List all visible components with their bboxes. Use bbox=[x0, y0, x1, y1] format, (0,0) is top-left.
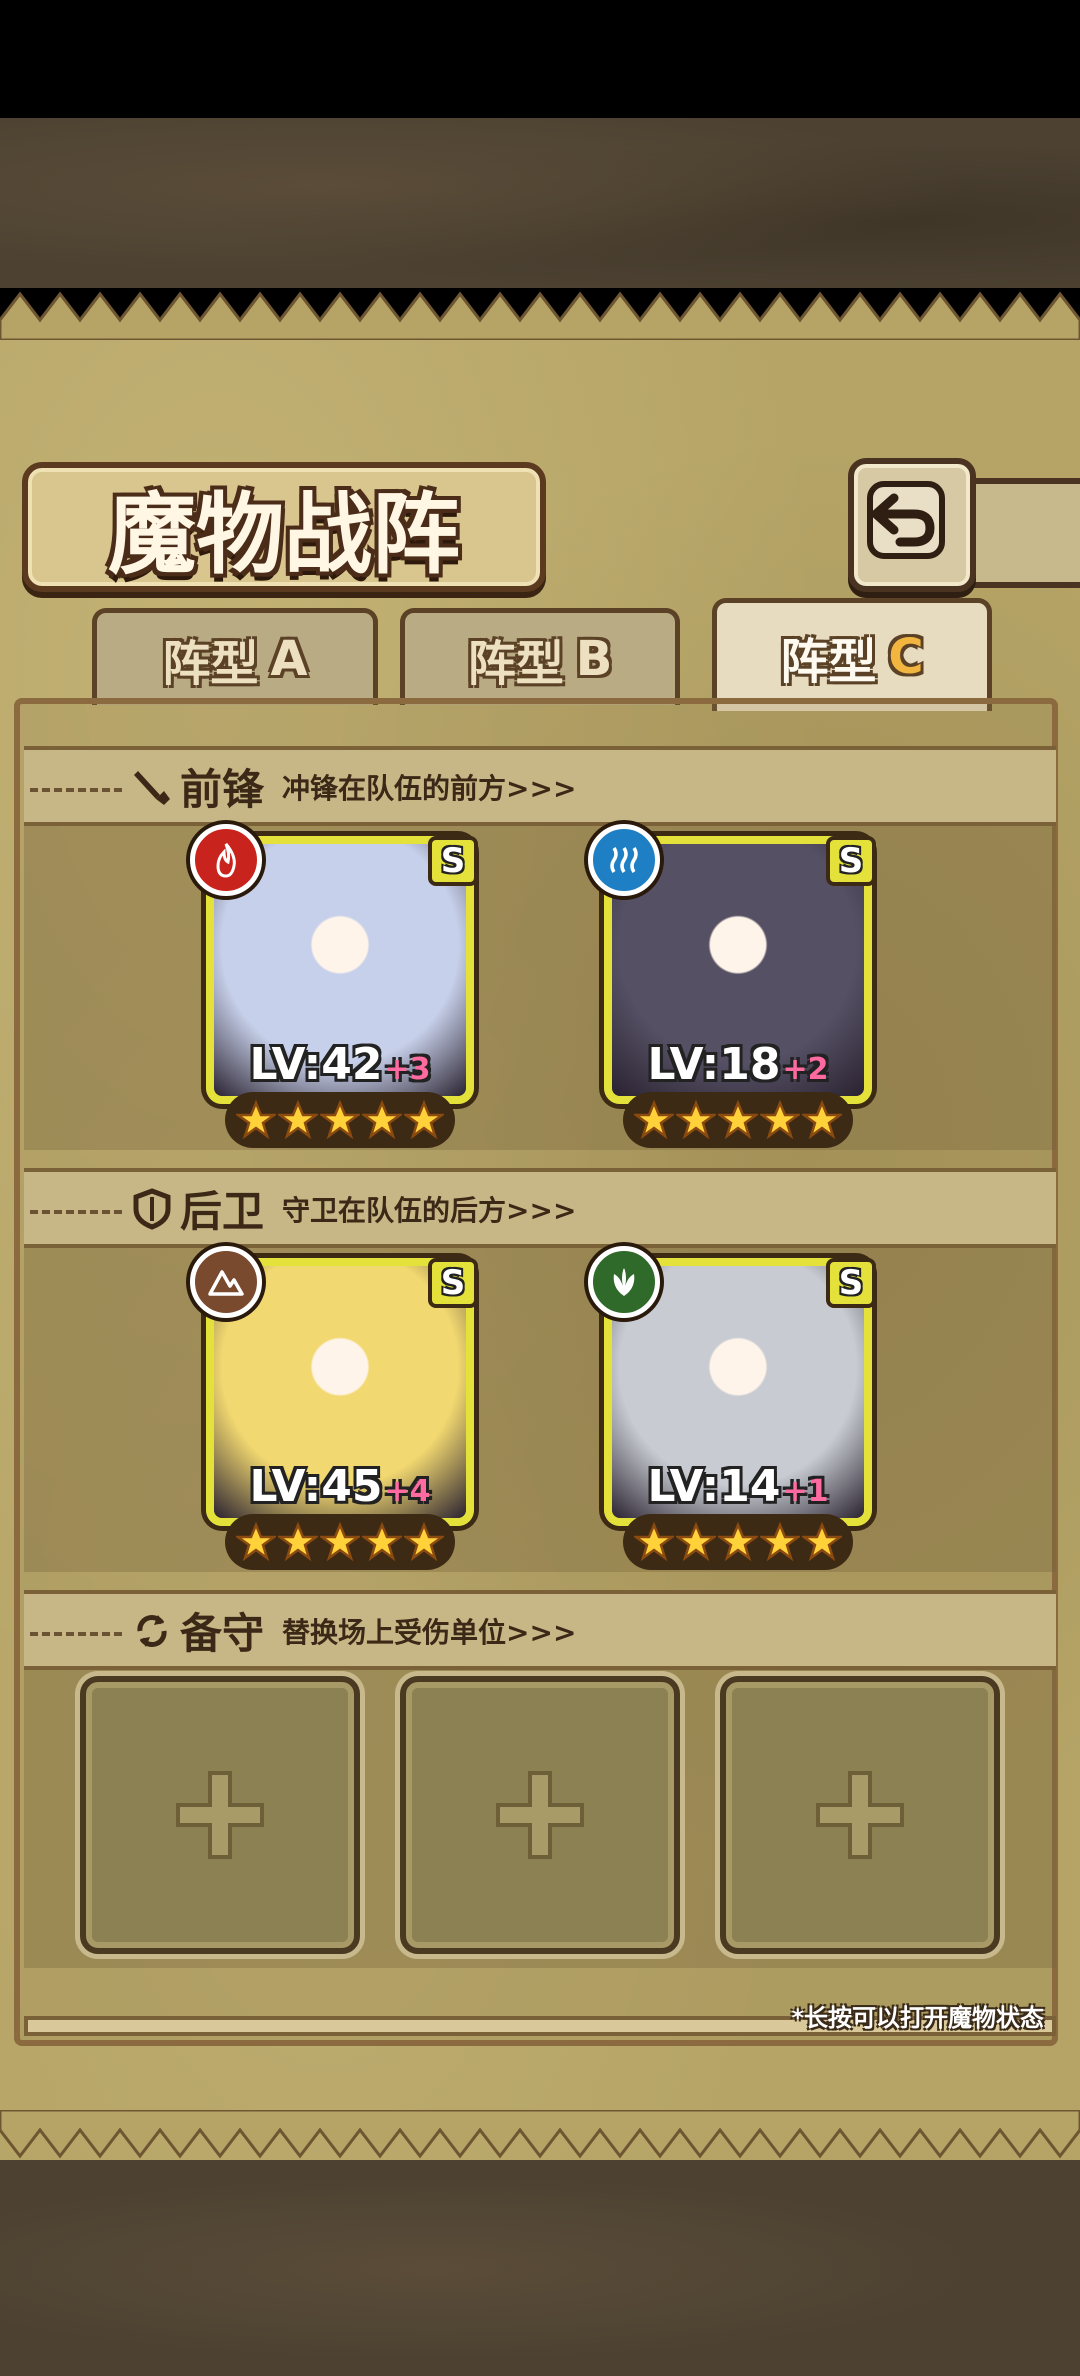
star-icon bbox=[718, 1100, 758, 1140]
page-title: 魔物战阵 bbox=[107, 481, 460, 586]
map-background-bottom bbox=[0, 2160, 1080, 2376]
section-title: 后卫 bbox=[180, 1187, 265, 1236]
star-rating bbox=[225, 1092, 455, 1148]
star-icon bbox=[676, 1522, 716, 1562]
rank-badge: S bbox=[826, 1258, 876, 1308]
tab-letter: A bbox=[270, 631, 308, 687]
earth-icon bbox=[190, 1246, 262, 1318]
tab-formation-a[interactable]: 阵型 A bbox=[92, 608, 378, 705]
plus-icon bbox=[176, 1771, 264, 1859]
monster-level: LV:42+3 bbox=[249, 1039, 431, 1090]
torn-edge-top bbox=[0, 291, 1080, 340]
star-icon bbox=[320, 1100, 360, 1140]
star-icon bbox=[278, 1522, 318, 1562]
star-icon bbox=[320, 1522, 360, 1562]
tab-letter: B bbox=[575, 631, 613, 687]
front-row-band bbox=[24, 810, 1056, 1150]
map-background-top bbox=[0, 118, 1080, 288]
star-icon bbox=[676, 1100, 716, 1140]
shield-icon bbox=[133, 1187, 171, 1230]
star-icon bbox=[760, 1522, 800, 1562]
tab-letter: C bbox=[888, 629, 924, 685]
section-description: 替换场上受伤单位>>> bbox=[282, 1615, 577, 1649]
return-arrow-icon bbox=[867, 481, 945, 559]
section-title: 备守 bbox=[180, 1609, 265, 1658]
monster-level: LV:18+2 bbox=[647, 1039, 829, 1090]
star-icon bbox=[278, 1100, 318, 1140]
back-row-band bbox=[24, 1232, 1056, 1572]
star-icon bbox=[404, 1522, 444, 1562]
star-rating bbox=[225, 1514, 455, 1570]
back-button-tail bbox=[962, 478, 1080, 588]
star-icon bbox=[362, 1522, 402, 1562]
water-icon bbox=[588, 824, 660, 896]
plus-icon bbox=[496, 1771, 584, 1859]
tab-label: 阵型 bbox=[467, 636, 564, 692]
leaf-icon bbox=[588, 1246, 660, 1318]
tab-label: 阵型 bbox=[162, 636, 259, 692]
star-icon bbox=[404, 1100, 444, 1140]
torn-edge-bottom bbox=[0, 2110, 1080, 2159]
star-icon bbox=[802, 1522, 842, 1562]
front-section-header: 前锋 冲锋在队伍的前方>>> bbox=[130, 756, 576, 817]
tab-formation-c[interactable]: 阵型 C bbox=[712, 598, 992, 711]
reserve-slot[interactable] bbox=[400, 1676, 680, 1954]
section-divider bbox=[30, 1210, 122, 1214]
reserve-section-header: 备守 替换场上受伤单位>>> bbox=[130, 1600, 576, 1661]
star-rating bbox=[623, 1514, 853, 1570]
section-title: 前锋 bbox=[180, 765, 265, 814]
back-section-header: 后卫 守卫在队伍的后方>>> bbox=[130, 1178, 576, 1239]
plus-icon bbox=[816, 1771, 904, 1859]
game-screen: 魔物战阵 阵型 A 阵型 B 阵型 C 前锋 冲锋在队伍的前方>>> 后卫 守卫… bbox=[0, 0, 1080, 2376]
rank-badge: S bbox=[826, 836, 876, 886]
section-description: 冲锋在队伍的前方>>> bbox=[282, 771, 577, 805]
star-icon bbox=[760, 1100, 800, 1140]
long-press-hint: *长按可以打开魔物状态 bbox=[791, 2004, 1044, 2032]
section-divider bbox=[30, 1632, 122, 1636]
star-icon bbox=[718, 1522, 758, 1562]
section-description: 守卫在队伍的后方>>> bbox=[282, 1193, 577, 1227]
back-button[interactable] bbox=[848, 458, 976, 592]
star-icon bbox=[236, 1100, 276, 1140]
monster-level: LV:45+4 bbox=[249, 1461, 431, 1512]
star-rating bbox=[623, 1092, 853, 1148]
fire-icon bbox=[190, 824, 262, 896]
rank-badge: S bbox=[428, 836, 478, 886]
star-icon bbox=[634, 1100, 674, 1140]
star-icon bbox=[236, 1522, 276, 1562]
star-icon bbox=[362, 1100, 402, 1140]
status-bar bbox=[0, 0, 1080, 118]
title-plate: 魔物战阵 bbox=[22, 462, 546, 592]
reserve-slot[interactable] bbox=[80, 1676, 360, 1954]
tab-formation-b[interactable]: 阵型 B bbox=[400, 608, 680, 705]
monster-level: LV:14+1 bbox=[647, 1461, 829, 1512]
rank-badge: S bbox=[428, 1258, 478, 1308]
star-icon bbox=[802, 1100, 842, 1140]
star-icon bbox=[634, 1522, 674, 1562]
sword-icon bbox=[134, 770, 170, 805]
reserve-slot[interactable] bbox=[720, 1676, 1000, 1954]
tab-label: 阵型 bbox=[780, 634, 877, 690]
section-divider bbox=[30, 788, 122, 792]
swap-icon bbox=[137, 1614, 167, 1647]
